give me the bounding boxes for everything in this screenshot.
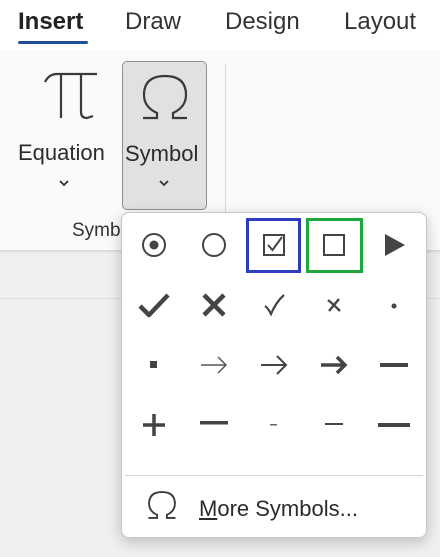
more-symbols-accelerator: M — [199, 496, 218, 521]
symbol-light-x[interactable] — [306, 277, 362, 333]
more-symbols-button[interactable]: More Symbols... — [122, 480, 426, 536]
chevron-down-icon — [59, 180, 69, 187]
symbol-light-checkmark[interactable] — [246, 277, 302, 333]
tab-design[interactable]: Design — [225, 8, 300, 36]
tab-draw[interactable]: Draw — [125, 8, 181, 36]
symbol-bold-arrow[interactable] — [306, 337, 362, 393]
symbol-radio-selected[interactable] — [126, 217, 182, 273]
thin-arrow-icon — [201, 356, 228, 374]
symbol-long-dash[interactable] — [366, 397, 422, 453]
highlight-box-green — [306, 218, 363, 273]
hyphen-icon — [270, 424, 277, 426]
more-symbols-label-rest: ore Symbols... — [217, 496, 358, 521]
symbol-dash[interactable] — [366, 337, 422, 393]
pi-icon — [44, 72, 97, 120]
highlight-box-blue — [246, 218, 301, 273]
equation-label: Equation — [18, 140, 105, 165]
ribbon-group-divider — [225, 64, 226, 214]
symbol-minus[interactable] — [306, 397, 362, 453]
symbol-em-dash[interactable] — [186, 397, 242, 453]
tab-layout[interactable]: Layout — [344, 8, 416, 36]
long-dash-icon — [378, 423, 410, 427]
symbol-heavy-x[interactable] — [186, 277, 242, 333]
heavy-x-icon — [202, 293, 226, 317]
chevron-down-icon — [159, 180, 169, 187]
omega-icon — [148, 491, 176, 519]
more-symbols-label: More Symbols... — [199, 496, 358, 522]
em-dash-icon — [200, 421, 228, 425]
group-label-symbols: Symb — [72, 220, 121, 241]
plus-icon — [143, 414, 165, 436]
symbol-small-square[interactable] — [126, 337, 182, 393]
symbol-thin-arrow[interactable] — [186, 337, 242, 393]
symbol-medium-arrow[interactable] — [246, 337, 302, 393]
symbol-dropdown: More Symbols... — [121, 212, 427, 538]
dash-icon — [380, 363, 408, 367]
symbol-heavy-checkmark[interactable] — [126, 277, 182, 333]
small-dot-icon — [391, 303, 397, 309]
symbol-radio-empty[interactable] — [186, 217, 242, 273]
active-tab-indicator — [18, 41, 88, 44]
tab-insert[interactable]: Insert — [18, 8, 83, 36]
symbol-small-dot[interactable] — [366, 277, 422, 333]
ribbon-tab-bar: Insert Draw Design Layout — [0, 0, 440, 50]
light-x-icon — [327, 298, 341, 312]
play-triangle-icon — [385, 234, 405, 256]
dropdown-divider — [125, 475, 423, 476]
light-checkmark-icon — [264, 294, 285, 317]
equation-button[interactable]: Equation — [10, 66, 120, 206]
radio-empty-icon — [202, 233, 226, 257]
radio-selected-icon — [142, 233, 166, 257]
bold-arrow-icon — [321, 355, 348, 375]
omega-icon — [142, 74, 188, 120]
heavy-checkmark-icon — [138, 293, 170, 318]
medium-arrow-icon — [261, 355, 288, 375]
symbol-button[interactable]: Symbol — [122, 61, 207, 210]
minus-icon — [325, 423, 343, 425]
small-square-icon — [150, 361, 157, 368]
symbol-hyphen[interactable] — [246, 397, 302, 453]
symbol-plus[interactable] — [126, 397, 182, 453]
symbol-label: Symbol — [125, 141, 199, 166]
symbol-play-triangle[interactable] — [366, 217, 422, 273]
